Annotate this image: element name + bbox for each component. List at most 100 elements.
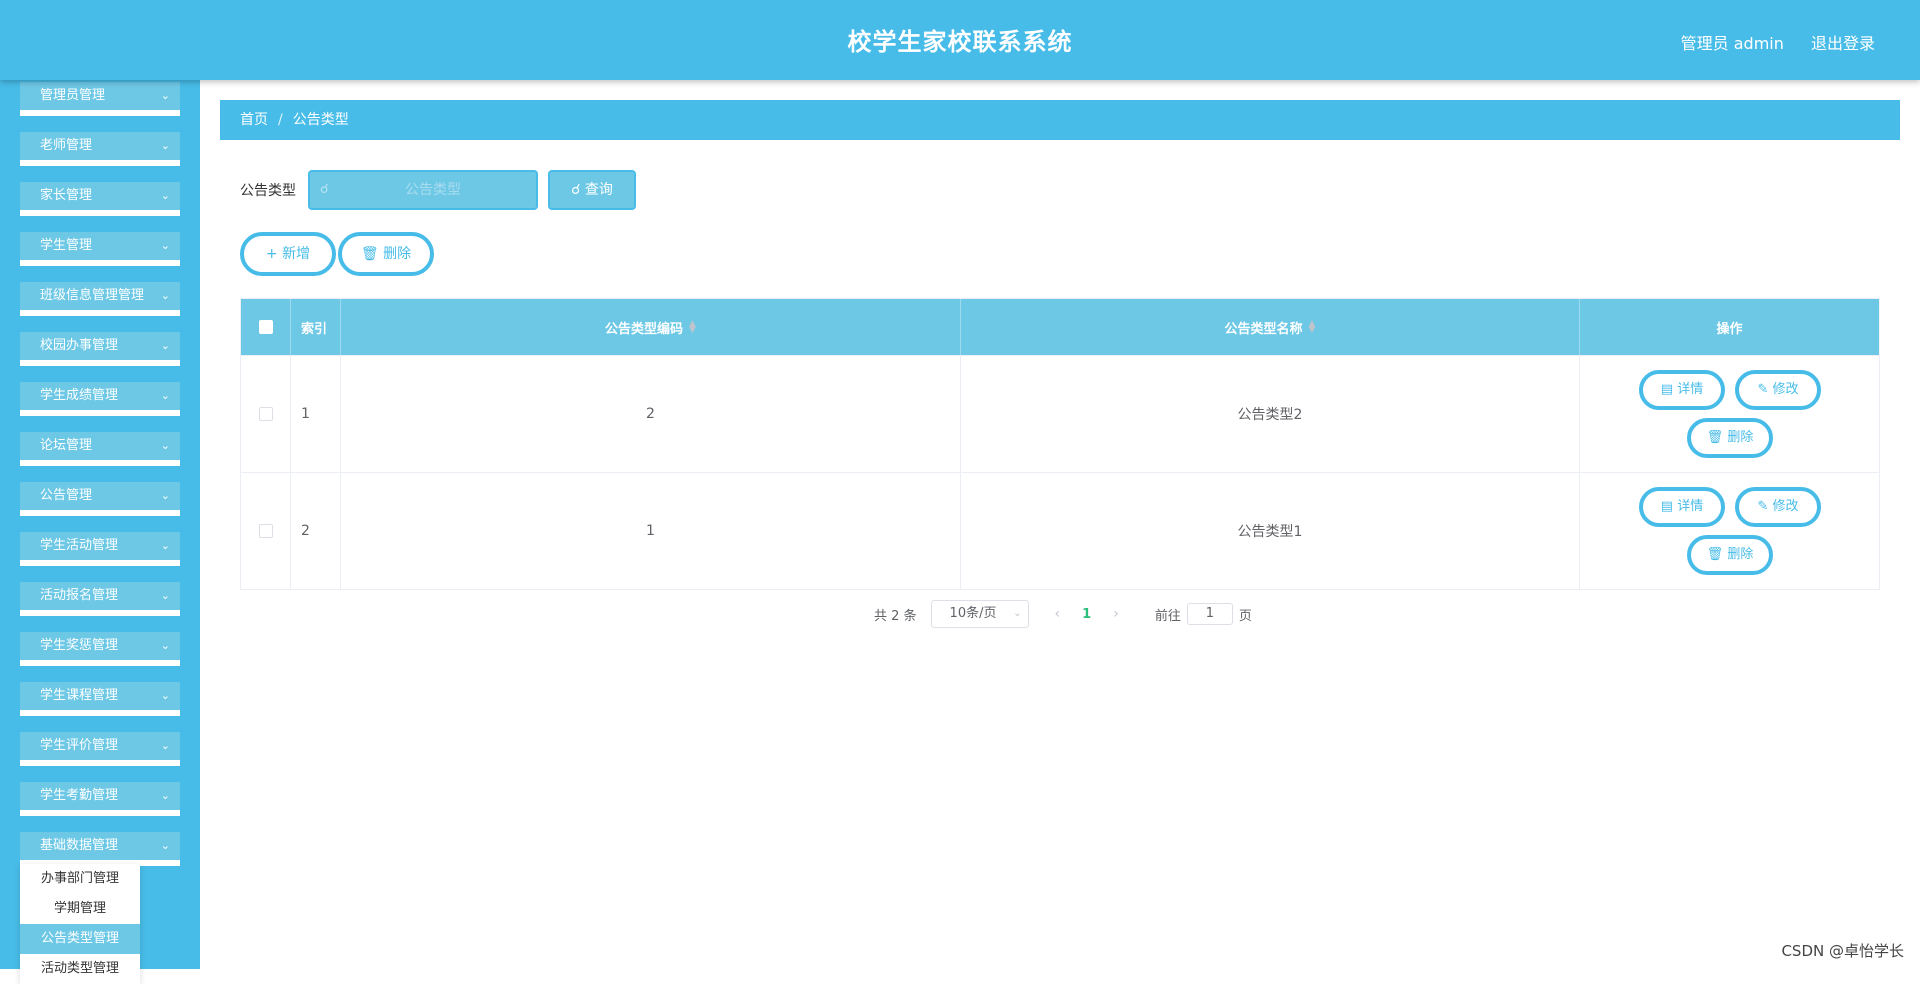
trash-icon: 🗑	[1707, 430, 1724, 445]
page-size-select[interactable]: 10条/页⌄	[931, 600, 1029, 628]
row-name: 公告类型2	[961, 356, 1580, 472]
submenu-item-activity-type[interactable]: 活动类型管理	[20, 954, 140, 984]
sidebar-item-forum[interactable]: 论坛管理 ⌄	[20, 432, 180, 466]
sidebar-item-activity[interactable]: 学生活动管理 ⌄	[20, 532, 180, 566]
add-label: 新增	[282, 246, 310, 262]
detail-button[interactable]: ▤ 详情	[1639, 370, 1725, 410]
row-ops: ▤ 详情 ✎ 修改 🗑 删除	[1580, 356, 1880, 472]
edit-icon: ✎	[1757, 499, 1768, 514]
sidebar-item-evaluation[interactable]: 学生评价管理⌄	[20, 732, 180, 766]
query-button[interactable]: ☌ 查询	[548, 170, 636, 210]
row-code: 1	[341, 473, 961, 589]
watermark: CSDN @卓怡学长	[1781, 940, 1904, 961]
header-code[interactable]: 公告类型编码▲▼	[341, 299, 961, 355]
goto-page-input[interactable]: 1	[1187, 603, 1233, 625]
sidebar-item-base-data[interactable]: 基础数据管理 ⌄	[20, 832, 180, 866]
page-number[interactable]: 1	[1082, 607, 1091, 622]
add-button[interactable]: + 新增	[240, 232, 336, 276]
sort-icon[interactable]: ▲▼	[689, 321, 696, 333]
base-data-submenu: 办事部门管理 学期管理 公告类型管理 活动类型管理	[20, 864, 140, 984]
ops-group: ▤ 详情 ✎ 修改 🗑 删除	[1639, 370, 1821, 458]
prev-page-icon[interactable]: ‹	[1055, 606, 1061, 622]
chevron-down-icon: ⌄	[161, 632, 170, 660]
select-all-checkbox[interactable]	[259, 320, 273, 334]
query-label: 查询	[585, 182, 613, 198]
row-delete-button[interactable]: 🗑 删除	[1687, 418, 1773, 458]
sidebar-item-label: 学生活动管理	[40, 538, 118, 553]
edit-icon: ✎	[1757, 382, 1768, 397]
breadcrumb: 首页/公告类型	[220, 100, 1900, 140]
submenu-item-semester[interactable]: 学期管理	[20, 894, 140, 924]
sidebar-item-campus-affairs[interactable]: 校园办事管理⌄	[20, 332, 180, 366]
sidebar-item-label: 公告管理	[40, 488, 92, 503]
top-header: 校学生家校联系系统 管理员 admin 退出登录	[0, 0, 1920, 80]
sidebar-item-label: 论坛管理	[40, 438, 92, 453]
trash-icon: 🗑	[361, 246, 379, 262]
batch-delete-button[interactable]: 🗑 删除	[338, 232, 434, 276]
sidebar-item-grades[interactable]: 学生成绩管理⌄	[20, 382, 180, 416]
submenu-item-notice-type[interactable]: 公告类型管理	[20, 924, 140, 954]
chevron-down-icon: ⌄	[161, 832, 170, 860]
search-input[interactable]	[338, 178, 528, 202]
sidebar-item-label: 学生成绩管理	[40, 388, 118, 403]
sidebar-item-activity-signup[interactable]: 活动报名管理⌄	[20, 582, 180, 616]
logout-button[interactable]: 退出登录	[1811, 34, 1875, 53]
sidebar-item-parent[interactable]: 家长管理⌄	[20, 182, 180, 216]
next-page-icon[interactable]: ›	[1113, 606, 1119, 622]
chevron-down-icon: ⌄	[161, 682, 170, 710]
breadcrumb-current: 公告类型	[293, 112, 349, 128]
row-name: 公告类型1	[961, 473, 1580, 589]
plus-icon: +	[266, 246, 278, 262]
chevron-down-icon: ⌄	[161, 232, 170, 260]
chevron-down-icon: ⌄	[1013, 601, 1021, 627]
sidebar-item-label: 学生管理	[40, 238, 92, 253]
row-checkbox[interactable]	[259, 524, 273, 538]
sort-icon[interactable]: ▲▼	[1309, 321, 1316, 333]
row-code: 2	[341, 356, 961, 472]
chevron-down-icon: ⌄	[161, 582, 170, 610]
chevron-down-icon: ⌄	[161, 282, 170, 310]
search-field: ☌	[308, 170, 538, 210]
edit-button[interactable]: ✎ 修改	[1735, 487, 1821, 527]
sidebar-item-label: 家长管理	[40, 188, 92, 203]
sidebar-item-notice[interactable]: 公告管理⌄	[20, 482, 180, 516]
header-checkbox-cell	[241, 299, 291, 355]
sidebar-item-label: 基础数据管理	[40, 838, 118, 853]
row-checkbox-cell	[241, 473, 291, 589]
sidebar-item-label: 学生课程管理	[40, 688, 118, 703]
ops-line: ▤ 详情 ✎ 修改	[1639, 370, 1821, 410]
table-row: 1 2 公告类型2 ▤ 详情 ✎ 修改 🗑 删除	[241, 355, 1879, 472]
chevron-down-icon: ⌄	[161, 132, 170, 160]
header-name[interactable]: 公告类型名称▲▼	[961, 299, 1580, 355]
chevron-down-icon: ⌄	[161, 432, 170, 460]
sidebar-item-courses[interactable]: 学生课程管理 ⌄	[20, 682, 180, 716]
document-icon: ▤	[1661, 382, 1673, 397]
sidebar-item-label: 班级信息管理管理	[40, 288, 144, 303]
delete-label: 删除	[383, 246, 411, 262]
document-icon: ▤	[1661, 499, 1673, 514]
row-index: 2	[291, 473, 341, 589]
breadcrumb-home[interactable]: 首页	[240, 112, 268, 128]
sidebar-item-attendance[interactable]: 学生考勤管理⌄	[20, 782, 180, 816]
sidebar-item-rewards[interactable]: 学生奖惩管理⌄	[20, 632, 180, 666]
detail-button[interactable]: ▤ 详情	[1639, 487, 1725, 527]
submenu-item-department[interactable]: 办事部门管理	[20, 864, 140, 894]
pagination-total: 共 2 条	[874, 605, 917, 624]
row-delete-button[interactable]: 🗑 删除	[1687, 535, 1773, 575]
chevron-down-icon: ⌄	[161, 732, 170, 760]
sidebar-item-student[interactable]: 学生管理 ⌄	[20, 232, 180, 266]
chevron-down-icon: ⌄	[161, 532, 170, 560]
ops-line: ▤ 详情 ✎ 修改	[1639, 487, 1821, 527]
ops-group: ▤ 详情 ✎ 修改 🗑 删除	[1639, 487, 1821, 575]
edit-button[interactable]: ✎ 修改	[1735, 370, 1821, 410]
sidebar-item-admin[interactable]: 管理员管理⌄	[20, 82, 180, 116]
table-header: 索引 公告类型编码▲▼ 公告类型名称▲▼ 操作	[241, 299, 1879, 355]
header-index: 索引	[291, 299, 341, 355]
sidebar-item-class[interactable]: 班级信息管理管理 ⌄	[20, 282, 180, 316]
sidebar-item-teacher[interactable]: 老师管理 ⌄	[20, 132, 180, 166]
sidebar-item-label: 老师管理	[40, 138, 92, 153]
row-checkbox[interactable]	[259, 407, 273, 421]
sidebar-item-label: 管理员管理	[40, 88, 105, 103]
row-ops: ▤ 详情 ✎ 修改 🗑 删除	[1580, 473, 1880, 589]
pagination: 共 2 条 10条/页⌄ ‹ 1 › 前往 1 页	[874, 600, 1252, 628]
